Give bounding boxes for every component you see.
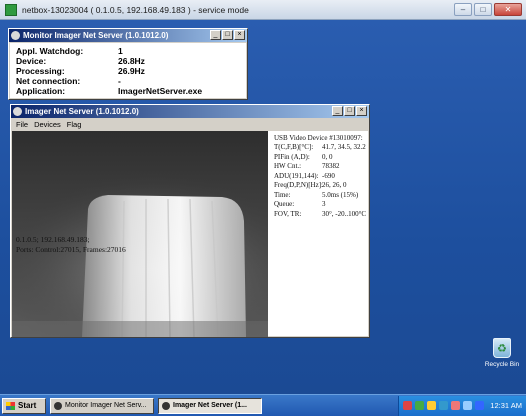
imager-window: Imager Net Server (1.0.1012.0) _ □ × Fil… (10, 104, 370, 338)
taskbar-item-label: Monitor Imager Net Serv... (65, 402, 147, 409)
outer-window-title: netbox-13023004 ( 0.1.0.5, 192.168.49.18… (22, 5, 249, 15)
taskbar-item-imager[interactable]: Imager Net Server (1... (158, 398, 262, 414)
imager-minimize-button[interactable]: _ (332, 106, 343, 116)
tray-volume-icon[interactable] (439, 401, 448, 410)
imager-window-title: Imager Net Server (1.0.1012.0) (25, 107, 139, 116)
info-row: Queue: 3 (274, 200, 372, 210)
info-value: 41.7, 34.5, 32.2 (322, 143, 366, 151)
info-row: Time: 5.0ms (15%) (274, 191, 372, 201)
imager-window-controls: _ □ × (332, 106, 367, 116)
tray-app-icon[interactable] (475, 401, 484, 410)
thermal-camera-view[interactable]: 0.1.0.5; 192.168.49.183; Ports: Control:… (12, 131, 268, 337)
recycle-bin-label: Recycle Bin (484, 361, 520, 368)
outer-close-button[interactable]: ✕ (494, 3, 522, 16)
monitor-window: Monitor Imager Net Server (1.0.1012.0) _… (8, 28, 248, 100)
status-value: 26.8Hz (118, 56, 145, 66)
imager-maximize-button[interactable]: □ (344, 106, 355, 116)
info-label: PIFin (A,D): (274, 152, 310, 161)
window-icon (162, 402, 170, 410)
tray-security-icon[interactable] (415, 401, 424, 410)
status-value: 1 (118, 46, 123, 56)
imager-window-titlebar[interactable]: Imager Net Server (1.0.1012.0) _ □ × (11, 105, 369, 118)
status-label: Appl. Watchdog: (16, 46, 84, 56)
thermal-image (12, 131, 268, 337)
monitor-minimize-button[interactable]: _ (210, 30, 221, 40)
camera-overlay-text: 0.1.0.5; 192.168.49.183; Ports: Control:… (16, 235, 126, 255)
info-label: T(C,F,B)[°C]: (274, 143, 314, 151)
tray-update-icon[interactable] (427, 401, 436, 410)
info-value: 0, 0 (322, 152, 333, 161)
info-value: 78382 (322, 162, 340, 170)
window-icon (13, 107, 22, 116)
system-tray: 12:31 AM (398, 396, 526, 416)
monitor-close-button[interactable]: × (234, 30, 245, 40)
info-label: FOV, TR: (274, 209, 302, 218)
outer-minimize-button[interactable]: – (454, 3, 472, 16)
status-row: Appl. Watchdog: 1 (16, 46, 240, 56)
info-row: FOV, TR: 30°, -20..100°C (274, 210, 372, 220)
netbox-app-icon (5, 4, 17, 16)
tray-display-icon[interactable] (463, 401, 472, 410)
tray-antivirus-icon[interactable] (451, 401, 460, 410)
window-icon (54, 402, 62, 410)
recycle-bin-icon (493, 338, 511, 358)
outer-maximize-button[interactable]: □ (474, 3, 492, 16)
overlay-address: 0.1.0.5; 192.168.49.183; (16, 235, 90, 244)
outer-window-controls: – □ ✕ (454, 3, 522, 16)
info-row: ADU(191,144): -690 (274, 172, 372, 182)
info-label: Queue: (274, 200, 295, 208)
recycle-bin-shortcut[interactable]: Recycle Bin (480, 338, 524, 368)
monitor-status-panel: Appl. Watchdog: 1 Device: 26.8Hz Processin… (10, 43, 246, 98)
status-row: Device: 26.8Hz (16, 56, 240, 66)
info-label: Freq(D,P,N)[Hz]: (274, 181, 323, 189)
menu-bar: File Devices Flag (12, 119, 368, 130)
desktop: Monitor Imager Net Server (1.0.1012.0) _… (0, 20, 526, 394)
monitor-window-titlebar[interactable]: Monitor Imager Net Server (1.0.1012.0) _… (9, 29, 247, 42)
info-value: 30°, -20..100°C (322, 209, 367, 218)
info-row: Freq(D,P,N)[Hz]: 26, 26, 0 (274, 181, 372, 191)
status-value: ImagerNetServer.exe (118, 86, 203, 96)
status-label: Application: (16, 86, 66, 96)
status-label: Net connection: (16, 76, 81, 86)
taskbar-item-label: Imager Net Server (1... (173, 402, 247, 409)
taskbar: Start Monitor Imager Net Serv... Imager … (0, 394, 526, 416)
tray-icons (403, 401, 484, 410)
device-info-panel: USB Video Device #13010097: T(C,F,B)[°C]… (274, 133, 372, 219)
status-row: Application: ImagerNetServer.exe (16, 86, 240, 96)
info-row: T(C,F,B)[°C]: 41.7, 34.5, 32.2 (274, 143, 372, 153)
info-row: PIFin (A,D): 0, 0 (274, 153, 372, 163)
window-icon (11, 31, 20, 40)
monitor-maximize-button[interactable]: □ (222, 30, 233, 40)
menu-devices[interactable]: Devices (34, 119, 61, 130)
overlay-ports: Ports: Control:27015, Frames:27016 (16, 245, 126, 254)
menu-flag[interactable]: Flag (67, 119, 82, 130)
info-label: Time: (274, 190, 291, 199)
monitor-window-title: Monitor Imager Net Server (1.0.1012.0) (23, 31, 169, 40)
info-row: HW Cnt.: 78382 (274, 162, 372, 172)
status-label: Device: (16, 56, 47, 66)
menu-file[interactable]: File (16, 119, 28, 130)
status-value: 26.9Hz (118, 66, 145, 76)
start-button[interactable]: Start (2, 398, 46, 414)
info-label: ADU(191,144): (274, 171, 319, 180)
clock[interactable]: 12:31 AM (490, 401, 522, 410)
info-value: 5.0ms (15%) (322, 190, 359, 199)
status-row: Processing: 26.9Hz (16, 66, 240, 76)
status-value: - (118, 76, 121, 86)
device-header: USB Video Device #13010097: (274, 134, 363, 142)
status-label: Processing: (16, 66, 65, 76)
imager-close-button[interactable]: × (356, 106, 367, 116)
info-value: 3 (322, 200, 326, 208)
status-row: Net connection: - (16, 76, 240, 86)
taskbar-item-monitor[interactable]: Monitor Imager Net Serv... (50, 398, 154, 414)
tray-network-icon[interactable] (403, 401, 412, 410)
imager-content: 0.1.0.5; 192.168.49.183; Ports: Control:… (12, 131, 368, 337)
info-value: 26, 26, 0 (322, 181, 347, 189)
info-label: HW Cnt.: (274, 162, 302, 170)
outer-window-titlebar: netbox-13023004 ( 0.1.0.5, 192.168.49.18… (0, 0, 526, 20)
monitor-window-controls: _ □ × (210, 30, 245, 40)
info-value: -690 (322, 171, 335, 180)
